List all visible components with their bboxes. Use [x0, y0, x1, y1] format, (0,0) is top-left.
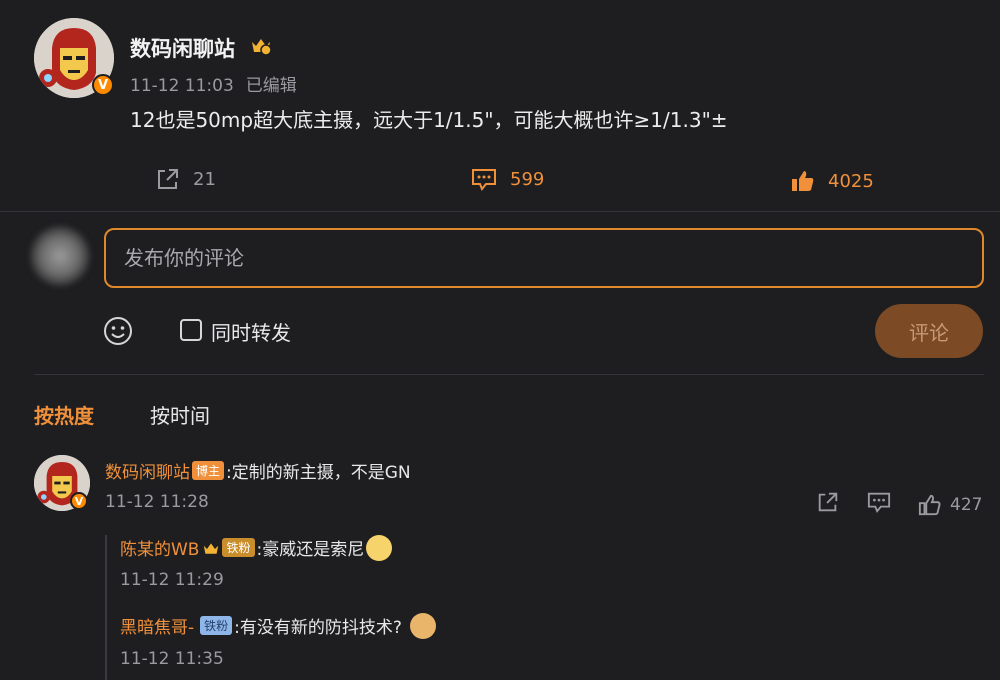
divider	[34, 374, 984, 375]
tab-sort-hot[interactable]: 按热度	[34, 400, 94, 429]
thumbs-up-icon	[792, 171, 814, 191]
share-icon	[818, 492, 838, 512]
fan-badge: 铁粉	[200, 616, 233, 635]
submit-comment-button[interactable]: 评论	[875, 304, 983, 358]
post-meta: 11-12 11:03 已编辑	[130, 71, 297, 96]
comment-icon	[472, 169, 496, 191]
divider	[0, 211, 1000, 212]
verified-badge: V	[92, 74, 114, 96]
repost-checkbox[interactable]	[180, 319, 202, 341]
post-text: 12也是50mp超大底主摄，远大于1/1.5"，可能大概也许≥1/1.3"±	[130, 108, 728, 132]
crown-icon	[250, 36, 272, 56]
comment-like-button[interactable]: 427	[918, 493, 982, 517]
fan-badge: 铁粉	[222, 538, 255, 557]
emoji-button[interactable]	[103, 316, 133, 346]
doge-emoji-icon	[409, 613, 436, 639]
reply-text: :豪威还是索尼	[256, 540, 365, 560]
reply-time: 11-12 11:35	[120, 649, 224, 669]
comment-time: 11-12 11:28	[105, 492, 209, 512]
current-user-avatar	[30, 226, 90, 286]
reply-author-name[interactable]: 黑暗焦哥-	[120, 618, 194, 638]
reply-thread-rail	[105, 535, 107, 680]
comment-share-button[interactable]	[816, 490, 840, 519]
thinking-emoji-icon	[366, 535, 393, 561]
reply-line: 黑暗焦哥- 铁粉:有没有新的防抖技术?	[120, 613, 436, 639]
post-edited-label: 已编辑	[245, 76, 297, 96]
comment-like-count: 427	[950, 494, 983, 515]
crown-icon	[204, 543, 219, 554]
tab-sort-time[interactable]: 按时间	[150, 400, 210, 429]
comment-button[interactable]: 599	[470, 166, 544, 192]
reply-text: :有没有新的防抖技术?	[234, 618, 402, 638]
comment-line: 数码闲聊站 博主:定制的新主摄，不是GN	[105, 458, 411, 483]
comment-actions: 427	[816, 490, 982, 519]
repost-label[interactable]: 同时转发	[211, 317, 291, 346]
post-author-name[interactable]: 数码闲聊站	[130, 33, 235, 63]
comment-author-name[interactable]: 数码闲聊站	[105, 463, 190, 483]
comment-icon	[867, 492, 891, 514]
comment-input[interactable]	[104, 228, 984, 288]
share-button[interactable]: 21	[155, 166, 216, 192]
share-icon	[158, 169, 178, 189]
share-count: 21	[193, 168, 216, 190]
emoji-smile-icon	[104, 317, 132, 345]
comment-reply-button[interactable]	[866, 490, 892, 519]
like-button[interactable]: 4025	[790, 168, 874, 194]
verified-badge: V	[70, 492, 88, 510]
reply-time: 11-12 11:29	[120, 570, 224, 590]
host-badge: 博主	[192, 461, 225, 480]
comment-count: 599	[510, 168, 545, 190]
reply-line: 陈某的WB 铁粉:豪威还是索尼	[120, 535, 393, 561]
like-count: 4025	[828, 170, 874, 192]
comment-text: :定制的新主摄，不是GN	[226, 463, 411, 483]
thumbs-up-icon	[918, 494, 941, 515]
reply-author-name[interactable]: 陈某的WB	[120, 540, 199, 560]
post-time: 11-12 11:03	[130, 76, 234, 96]
